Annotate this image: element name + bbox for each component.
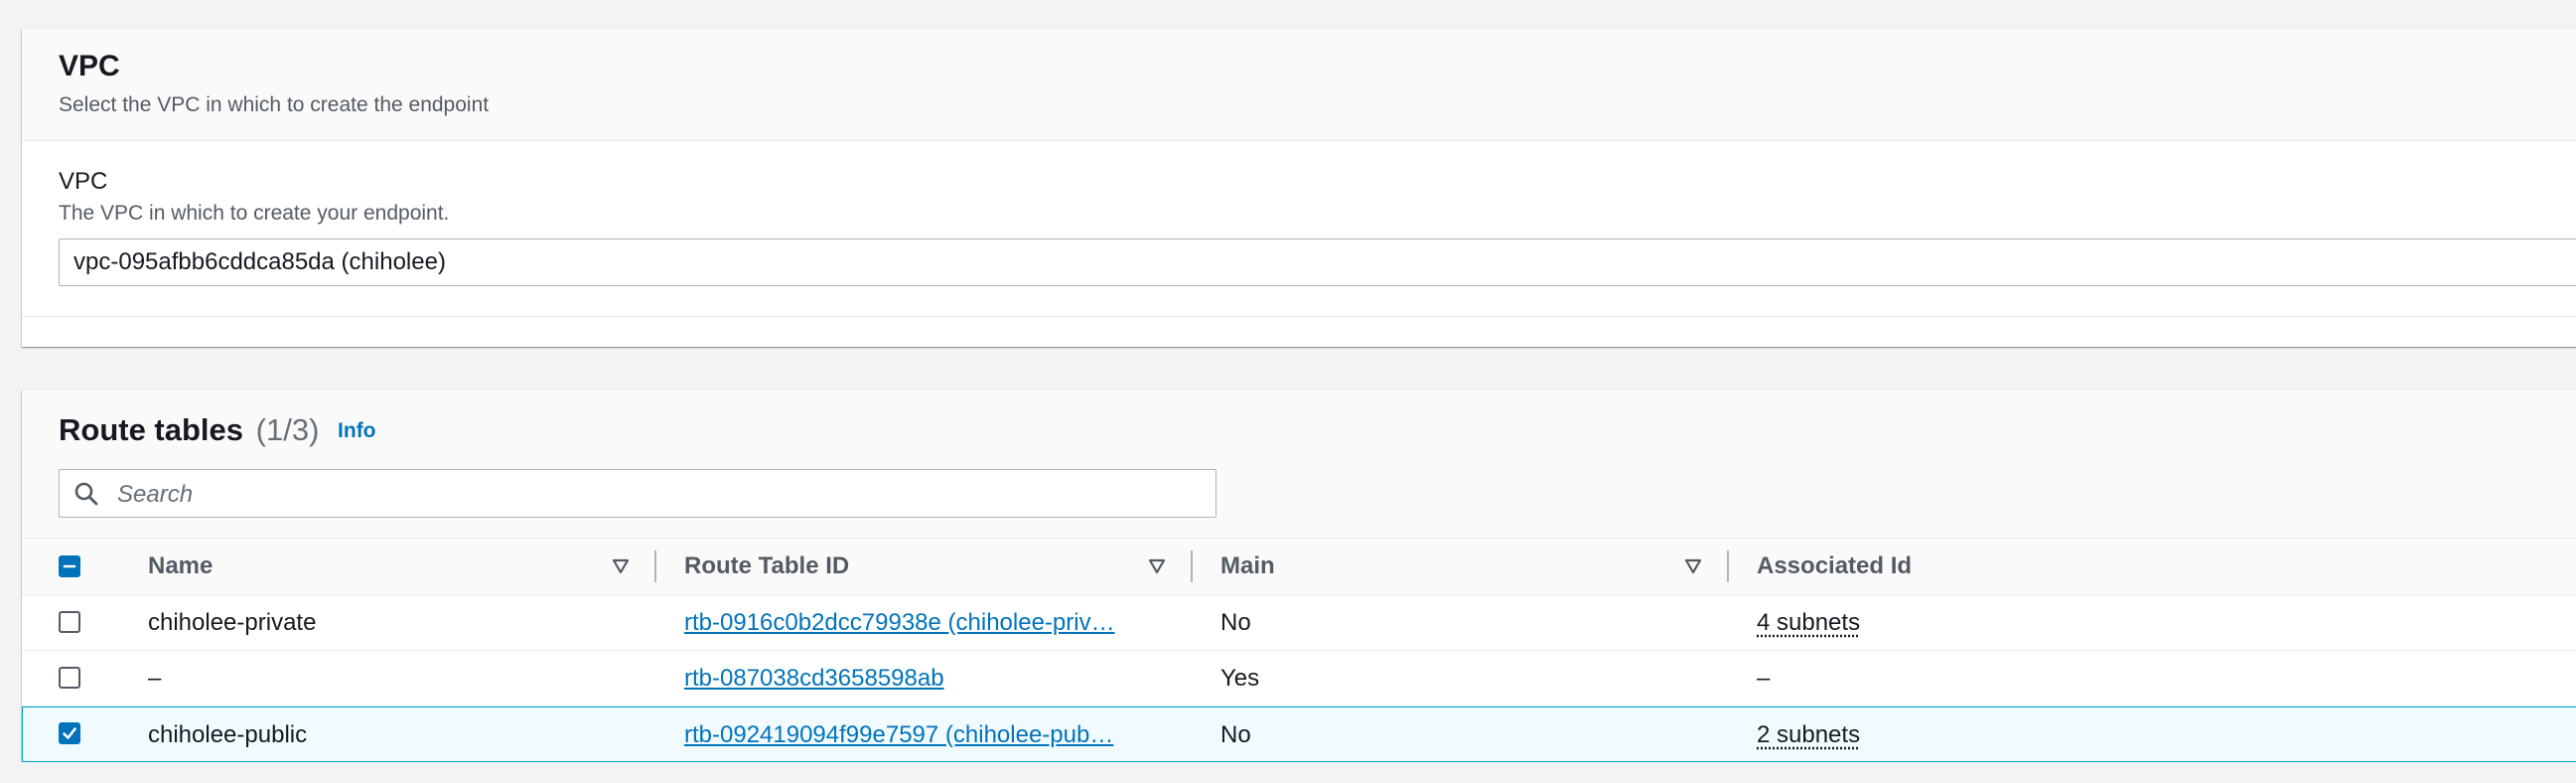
sort-down-icon[interactable] — [611, 556, 631, 576]
row-main: Yes — [1220, 651, 1697, 705]
vpc-section-description: Select the VPC in which to create the en… — [59, 92, 489, 118]
column-divider[interactable] — [654, 550, 656, 582]
row-name: chiholee-public — [148, 707, 625, 762]
checkmark-icon — [61, 724, 78, 742]
row-checkbox-checked[interactable] — [59, 722, 80, 744]
table-row[interactable]: – rtb-087038cd3658598ab Yes – — [22, 651, 2576, 706]
column-divider[interactable] — [1727, 550, 1729, 582]
row-associated-id[interactable]: 2 subnets — [1757, 707, 2233, 762]
row-checkbox[interactable] — [59, 611, 80, 633]
vpc-field-label: VPC — [59, 167, 107, 197]
search-icon — [73, 481, 99, 507]
row-checkbox[interactable] — [59, 667, 80, 689]
info-link[interactable]: Info — [338, 419, 375, 442]
column-header-associated-id[interactable]: Associated Id — [1757, 539, 1912, 594]
vpc-panel: VPC Select the VPC in which to create th… — [22, 28, 2576, 347]
column-header-name[interactable]: Name — [148, 539, 213, 594]
sort-down-icon[interactable] — [1147, 556, 1167, 576]
vpc-field-description: The VPC in which to create your endpoint… — [59, 201, 449, 227]
route-tables-title-group: Route tables (1/3) Info — [59, 412, 376, 452]
row-associated-id[interactable]: 4 subnets — [1757, 595, 2233, 650]
route-tables-header: Route tables (1/3) Info — [22, 391, 2576, 539]
row-name: chiholee-private — [148, 595, 625, 650]
route-tables-panel: Route tables (1/3) Info Name Route Table… — [22, 390, 2576, 760]
table-header: Name Route Table ID Main Associated Id — [22, 539, 2576, 595]
search-input[interactable] — [115, 470, 1202, 519]
route-table-id-link[interactable]: rtb-0916c0b2dcc79938e (chiholee-priv… — [684, 595, 1166, 650]
minus-icon — [61, 557, 78, 575]
table-row[interactable]: chiholee-private rtb-0916c0b2dcc79938e (… — [22, 595, 2576, 651]
column-header-route-table-id[interactable]: Route Table ID — [684, 539, 849, 594]
sort-down-icon[interactable] — [1683, 556, 1703, 576]
vpc-panel-body: VPC The VPC in which to create your endp… — [22, 141, 2576, 317]
vpc-section-title: VPC — [59, 49, 120, 84]
route-tables-count: (1/3) — [256, 412, 320, 447]
table-row-selected[interactable]: chiholee-public rtb-092419094f99e7597 (c… — [22, 706, 2576, 762]
route-table-id-link[interactable]: rtb-087038cd3658598ab — [684, 651, 1166, 705]
row-associated-id: – — [1757, 651, 2233, 705]
row-main: No — [1220, 707, 1697, 762]
vpc-panel-header: VPC Select the VPC in which to create th… — [22, 29, 2576, 141]
column-divider[interactable] — [1191, 550, 1193, 582]
row-name: – — [148, 651, 625, 705]
route-table-id-link[interactable]: rtb-092419094f99e7597 (chiholee-pub… — [684, 707, 1166, 762]
search-box[interactable] — [59, 469, 1216, 518]
select-all-checkbox[interactable] — [59, 555, 80, 577]
column-header-main[interactable]: Main — [1220, 539, 1275, 594]
row-main: No — [1220, 595, 1697, 650]
vpc-select[interactable]: vpc-095afbb6cddca85da (chiholee) — [59, 238, 2576, 286]
route-tables-title: Route tables — [59, 412, 243, 447]
